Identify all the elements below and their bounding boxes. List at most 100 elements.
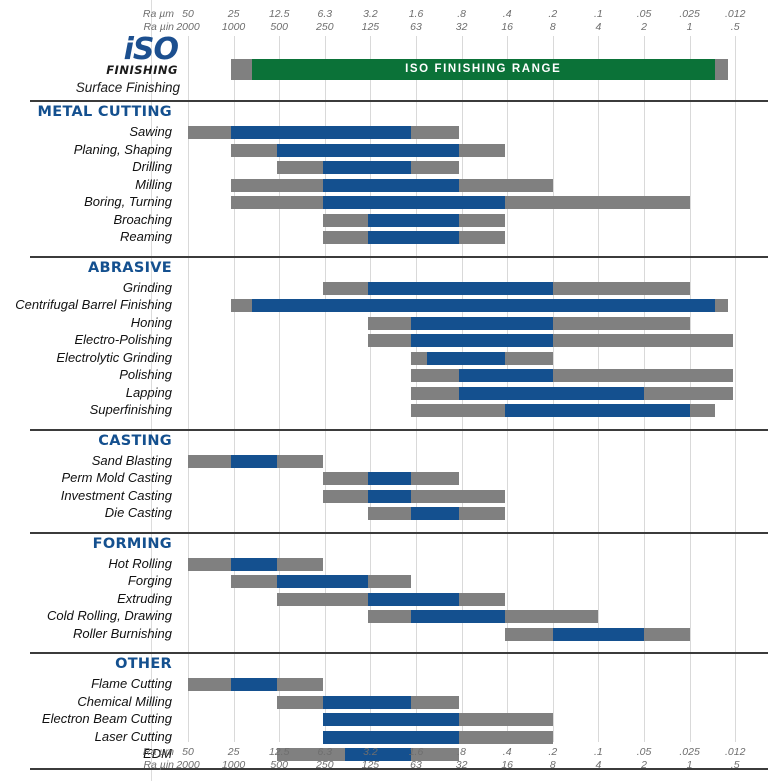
process-label: Planing, Shaping <box>73 141 172 157</box>
process-range-bar <box>322 489 505 503</box>
process-range-bar <box>322 713 553 726</box>
process-range-bar <box>231 575 412 588</box>
axis-tick-3: 6.3 250 <box>303 746 347 772</box>
axis-tick-2: 12.5 500 <box>257 8 301 34</box>
tick-label-um: .1 <box>594 8 603 20</box>
tick-label-um: .2 <box>548 746 558 758</box>
gridline-12 <box>735 36 736 742</box>
chart-page: Ra µm Ra µin 50 2000 25 1000 12.5 500 6.3 250 3.… <box>0 0 768 781</box>
tick-label-um: .8 <box>457 8 466 20</box>
section-divider <box>30 652 768 654</box>
tick-label-uin: 250 <box>316 21 334 33</box>
tick-label-um: 25 <box>227 746 240 758</box>
typical-range-segment <box>276 143 460 157</box>
process-range-bar <box>368 507 505 520</box>
process-label: Superfinishing <box>89 402 172 417</box>
tick-label-um: .012 <box>724 8 746 20</box>
top-axis: Ra µm Ra µin 50 2000 25 1000 12.5 500 6.3 250 3.… <box>0 8 768 38</box>
typical-range-segment <box>411 610 505 623</box>
axis-tick-8: .2 8 <box>531 8 575 34</box>
section-heading-other: OTHER <box>115 656 172 672</box>
process-label: Centrifugal Barrel Finishing <box>15 297 172 312</box>
tick-label-um: .05 <box>636 8 652 20</box>
process-label: Investment Casting <box>60 487 172 503</box>
typical-range-segment <box>427 351 505 365</box>
axis-tick-7: .4 16 <box>485 8 529 34</box>
process-range-bar <box>504 627 690 641</box>
process-range-bar <box>411 404 715 417</box>
tick-label-um: 12.5 <box>268 746 290 758</box>
typical-range-segment <box>322 178 460 192</box>
gridline-4 <box>370 36 371 742</box>
typical-range-segment <box>231 454 277 468</box>
process-range-bar <box>322 213 505 227</box>
tick-label-uin: 2 <box>641 21 647 33</box>
process-label: Perm Mold Casting <box>61 470 172 485</box>
typical-range-segment <box>411 334 553 347</box>
process-label: Electron Beam Cutting <box>41 711 172 726</box>
axis-tick-0: 50 2000 <box>166 8 210 34</box>
typical-range-segment <box>322 695 412 709</box>
process-range-bar <box>322 231 505 244</box>
tick-label-uin: 500 <box>270 759 288 771</box>
tick-label-um: 12.5 <box>268 8 290 20</box>
tick-label-um: .025 <box>679 8 700 20</box>
typical-range-segment <box>411 507 460 520</box>
process-label: Roller Burnishing <box>73 625 172 641</box>
process-range-bar <box>411 351 553 365</box>
axis-tick-1: 25 1000 <box>212 8 256 34</box>
tick-label-uin: 2000 <box>176 759 200 771</box>
process-label: Sawing <box>129 124 172 139</box>
axis-tick-11: .025 1 <box>668 746 712 772</box>
process-range-bar <box>188 126 460 139</box>
tick-label-um: .025 <box>679 746 700 758</box>
axis-tick-3: 6.3 250 <box>303 8 347 34</box>
tick-label-uin: 16 <box>501 21 514 33</box>
process-range-bar <box>368 610 599 623</box>
section-heading-forming: FORMING <box>92 535 172 552</box>
logo-wordmark: iSO <box>123 32 179 67</box>
process-label: Sand Blasting <box>91 452 172 468</box>
process-range-bar <box>411 369 733 382</box>
typical-range-segment <box>459 369 553 382</box>
tick-label-uin: 125 <box>361 21 380 33</box>
tick-label-um: 6.3 <box>317 746 333 758</box>
typical-range-segment <box>322 730 460 744</box>
typical-range-segment <box>368 489 412 503</box>
process-range-bar <box>411 386 733 400</box>
tick-label-um: .8 <box>457 746 466 758</box>
axis-tick-6: .8 32 <box>440 746 484 772</box>
process-range-bar <box>188 454 323 468</box>
typical-range-segment <box>231 126 412 139</box>
tick-label-uin: 32 <box>455 21 468 33</box>
axis-tick-5: 1.6 63 <box>394 8 438 34</box>
iso-finishing-logo: iSO FINISHING Surface Finishing <box>40 32 180 96</box>
typical-range-segment <box>231 557 277 571</box>
process-range-bar <box>276 695 460 709</box>
axis-tick-9: .1 4 <box>576 8 620 34</box>
bottom-axis: Ra µm Ra µin 50 2000 25 1000 12.5 500 6.3 250 3.… <box>0 746 768 776</box>
process-range-bar <box>322 472 460 485</box>
process-label: Electro-Polishing <box>74 332 172 347</box>
tick-label-um: 50 <box>182 8 194 20</box>
tick-label-uin: .5 <box>730 759 740 771</box>
tick-label-um: 50 <box>182 746 194 758</box>
tick-label-um: .05 <box>636 746 652 758</box>
typical-range-segment <box>368 592 460 606</box>
gridline-1 <box>234 36 235 742</box>
tick-label-uin: 250 <box>316 759 334 771</box>
process-range-bar <box>231 143 505 157</box>
tick-label-uin: 1 <box>686 21 693 33</box>
axis-tick-10: .05 2 <box>622 8 666 34</box>
typical-range-segment <box>251 299 715 312</box>
process-label: Lapping <box>125 384 172 400</box>
process-range-bar <box>231 299 729 312</box>
tick-label-um: 3.2 <box>363 8 378 20</box>
typical-range-segment <box>368 281 553 295</box>
gridline-2 <box>279 36 280 742</box>
tick-label-um: 3.2 <box>363 746 378 758</box>
process-label: Honing <box>130 314 172 330</box>
process-label: Flame Cutting <box>91 676 172 691</box>
typical-range-segment <box>368 472 412 485</box>
tick-label-uin: 1 <box>686 759 693 771</box>
